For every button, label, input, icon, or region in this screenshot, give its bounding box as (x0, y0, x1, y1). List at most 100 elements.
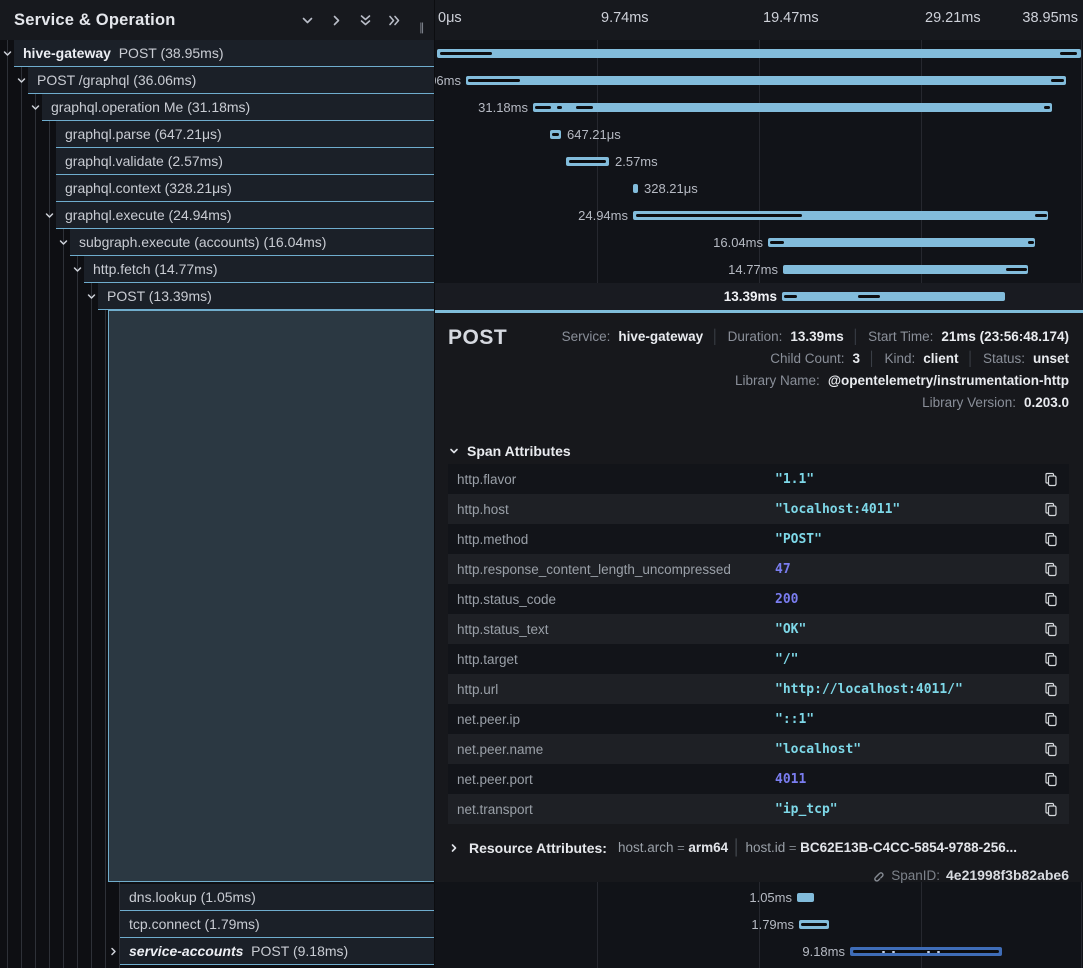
copy-icon[interactable] (1043, 501, 1059, 517)
copy-icon[interactable] (1043, 771, 1059, 787)
copy-icon[interactable] (1043, 531, 1059, 547)
meta-key: Library Name: (735, 372, 820, 389)
tree-row-graphql.operation[interactable]: graphql.operation Me (31.18ms) (42, 94, 434, 121)
span-bar[interactable] (633, 184, 638, 193)
attribute-row[interactable]: net.transport"ip_tcp" (448, 794, 1069, 824)
span-bar[interactable] (799, 920, 829, 929)
span-bar[interactable] (797, 893, 814, 902)
span-bar[interactable] (783, 265, 1028, 274)
attribute-row[interactable]: http.status_code200 (448, 584, 1069, 614)
span-label: hive-gateway POST (38.95ms) (23, 45, 224, 61)
timeline-row[interactable]: 2.57ms (435, 148, 1083, 175)
tree-row-tcp.connect[interactable]: tcp.connect (1.79ms) (120, 911, 434, 938)
link-icon[interactable] (870, 868, 885, 883)
meta-value: 3 (853, 350, 861, 367)
tree-row-dns.lookup[interactable]: dns.lookup (1.05ms) (120, 884, 434, 911)
tree-row-graphql.validate[interactable]: graphql.validate (2.57ms) (56, 148, 434, 175)
bar-self-time-marker (557, 106, 562, 109)
copy-icon[interactable] (1043, 681, 1059, 697)
resource-value: BC62E13B-C4CC-5854-9788-256... (800, 840, 1017, 855)
meta-line: Service:hive-gateway│Duration:13.39ms│St… (562, 328, 1069, 345)
attribute-row[interactable]: http.status_text"OK" (448, 614, 1069, 644)
span-bar[interactable] (782, 292, 1005, 301)
copy-icon[interactable] (1043, 801, 1059, 817)
bar-self-time-marker (569, 160, 606, 163)
copy-icon[interactable] (1043, 591, 1059, 607)
timeline-row[interactable]: 647.21μs (435, 121, 1083, 148)
attribute-row[interactable]: http.target"/" (448, 644, 1069, 674)
span-toggle[interactable] (70, 264, 84, 275)
timeline-row[interactable] (435, 40, 1083, 67)
timeline-row[interactable]: 13.39ms (435, 283, 1083, 310)
span-bar[interactable] (466, 76, 1066, 85)
attribute-row[interactable]: http.method"POST" (448, 524, 1069, 554)
copy-icon[interactable] (1043, 561, 1059, 577)
resource-attributes-row[interactable]: Resource Attributes: host.arch = arm64│h… (448, 839, 1017, 857)
timeline-row[interactable]: 328.21μs (435, 175, 1083, 202)
axis-tick: 19.47ms (763, 10, 819, 26)
timeline-row[interactable]: 9.18ms (435, 938, 1083, 965)
span-bar[interactable] (566, 157, 609, 166)
span-toggle[interactable] (0, 48, 14, 59)
expand-all-icon[interactable] (387, 13, 402, 28)
timeline-row[interactable]: 14.77ms (435, 256, 1083, 283)
span-bar[interactable] (437, 49, 1081, 58)
attribute-row[interactable]: net.peer.ip"::1" (448, 704, 1069, 734)
span-bar[interactable] (550, 130, 561, 139)
tree-row-subgraph.execute[interactable]: subgraph.execute (accounts) (16.04ms) (70, 229, 434, 256)
bar-self-time-marker (853, 950, 999, 953)
copy-icon[interactable] (1043, 651, 1059, 667)
meta-value: 21ms (23:56:48.174) (941, 328, 1069, 345)
span-attributes-header[interactable]: Span Attributes (448, 443, 571, 459)
span-bar[interactable] (533, 103, 1052, 112)
collapse-one-icon[interactable] (300, 13, 315, 28)
meta-separator: │ (967, 350, 975, 367)
span-toggle[interactable] (84, 291, 98, 302)
bar-self-time-marker (1044, 106, 1050, 109)
tree-row-hive-gateway-POST[interactable]: hive-gateway POST (38.95ms) (14, 40, 434, 67)
copy-icon[interactable] (1043, 471, 1059, 487)
span-toggle[interactable] (106, 946, 120, 957)
span-toggle[interactable] (42, 210, 56, 221)
column-resize-handle[interactable]: ∥ (419, 21, 426, 34)
timeline-row[interactable]: 24.94ms (435, 202, 1083, 229)
attribute-row[interactable]: net.peer.name"localhost" (448, 734, 1069, 764)
copy-icon[interactable] (1043, 711, 1059, 727)
timeline-row[interactable]: 31.18ms (435, 94, 1083, 121)
timeline-row[interactable]: 16.04ms (435, 229, 1083, 256)
bar-self-time-marker (468, 79, 520, 82)
span-bar[interactable] (633, 211, 1048, 220)
timeline-row[interactable]: 36.06ms (435, 67, 1083, 94)
span-label: graphql.parse (647.21μs) (65, 126, 222, 142)
tree-row-graphql.execute[interactable]: graphql.execute (24.94ms) (56, 202, 434, 229)
span-toggle[interactable] (28, 102, 42, 113)
collapse-all-icon[interactable] (358, 13, 373, 28)
tree-row-service-accounts-POST[interactable]: service-accounts POST (9.18ms) (120, 938, 434, 965)
tree-row-POST[interactable]: POST (13.39ms) (98, 283, 434, 310)
expand-one-icon[interactable] (329, 13, 344, 28)
bar-marker-dot (927, 951, 930, 954)
bar-duration-label: 9.18ms (802, 944, 845, 959)
span-id-label: SpanID: (891, 868, 940, 883)
timeline-row[interactable]: 1.05ms (435, 884, 1083, 911)
copy-icon[interactable] (1043, 621, 1059, 637)
tree-row-POST[interactable]: POST /graphql (36.06ms) (28, 67, 434, 94)
attribute-row[interactable]: http.response_content_length_uncompresse… (448, 554, 1069, 584)
meta-key: Service: (562, 328, 611, 345)
span-toggle[interactable] (14, 75, 28, 86)
attribute-row[interactable]: http.host"localhost:4011" (448, 494, 1069, 524)
tree-row-graphql.context[interactable]: graphql.context (328.21μs) (56, 175, 434, 202)
indent-guide (49, 40, 50, 968)
attribute-row[interactable]: http.flavor"1.1" (448, 464, 1069, 494)
span-toggle[interactable] (56, 237, 70, 248)
tree-row-graphql.parse[interactable]: graphql.parse (647.21μs) (56, 121, 434, 148)
attribute-row[interactable]: net.peer.port4011 (448, 764, 1069, 794)
attribute-value: "ip_tcp" (775, 802, 838, 817)
span-bar[interactable] (768, 238, 1035, 247)
span-bar[interactable] (850, 947, 1002, 956)
copy-icon[interactable] (1043, 741, 1059, 757)
timeline-row[interactable]: 1.79ms (435, 911, 1083, 938)
tree-row-http.fetch[interactable]: http.fetch (14.77ms) (84, 256, 434, 283)
attribute-row[interactable]: http.url"http://localhost:4011/" (448, 674, 1069, 704)
attribute-value: "/" (775, 652, 798, 667)
